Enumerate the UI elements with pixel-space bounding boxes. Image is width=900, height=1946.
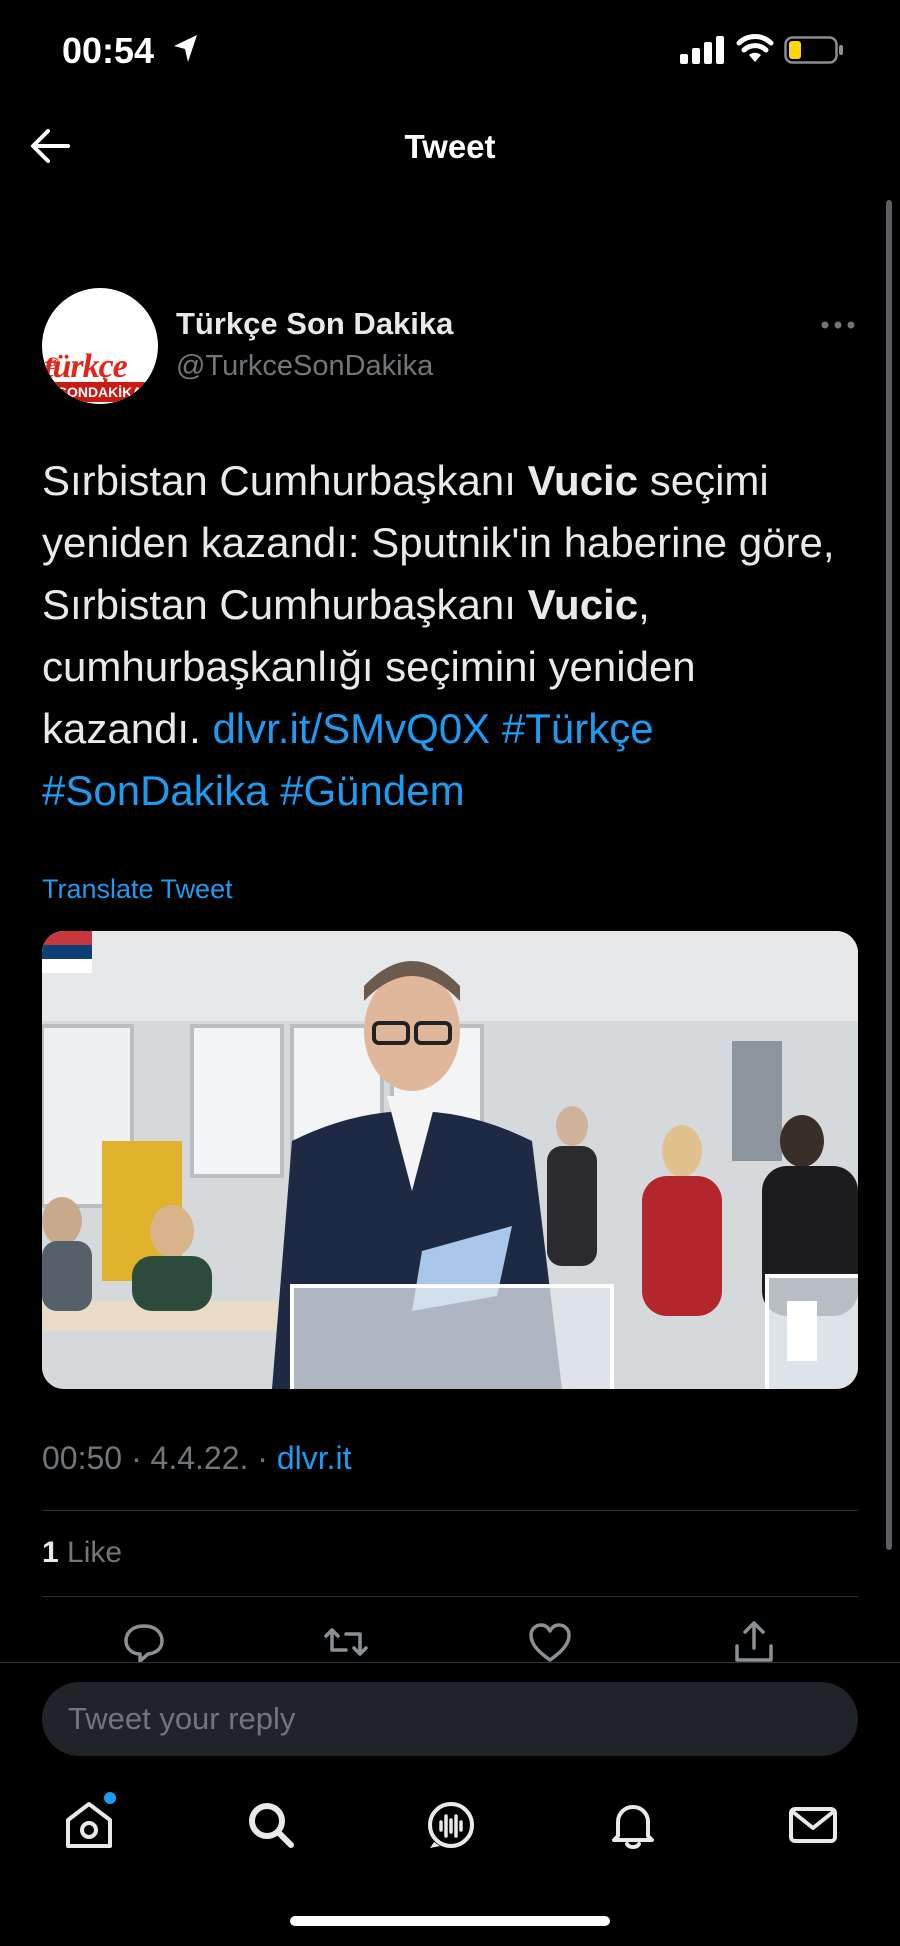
home-indicator[interactable]: [290, 1916, 610, 1926]
reply-input[interactable]: [42, 1682, 858, 1756]
likes-count[interactable]: 1 Like: [42, 1536, 122, 1570]
hashtag-link[interactable]: #Türkçe: [502, 705, 654, 752]
likes-number: 1: [42, 1536, 59, 1569]
hashtag-link[interactable]: #Gündem: [280, 767, 464, 814]
cellular-signal-icon: [680, 36, 724, 64]
tweet-text-bold: Vucic: [527, 457, 639, 504]
photo-scene: [42, 931, 858, 1389]
status-time: 00:54: [62, 30, 155, 71]
avatar-logo-text: türkçe: [44, 348, 128, 385]
tweet-text: Sırbistan Cumhurbaşkanı Vucic seçimi yen…: [42, 450, 862, 822]
tweet-text-bold: Vucic: [527, 581, 639, 628]
meta-separator: ·: [248, 1440, 277, 1476]
tweet-date: 4.4.22.: [150, 1440, 249, 1476]
notifications-bell-icon[interactable]: [606, 1798, 660, 1852]
tweet-source-link[interactable]: dlvr.it: [277, 1440, 352, 1476]
top-header: Tweet: [0, 110, 900, 180]
author-handle[interactable]: @TurkceSonDakika: [176, 350, 433, 383]
divider: [42, 1596, 858, 1597]
tweet-text-part: Sırbistan Cumhurbaşkanı: [42, 457, 528, 504]
hashtag-link[interactable]: #SonDakika: [42, 767, 268, 814]
page-title: Tweet: [404, 128, 496, 165]
avatar[interactable]: @ türkçe SONDAKİKA: [42, 288, 158, 404]
status-bar: 00:54: [0, 0, 900, 100]
location-arrow-icon: [174, 35, 197, 62]
avatar-logo-banner: SONDAKİKA: [42, 382, 158, 402]
wifi-icon: [736, 34, 774, 62]
retweet-icon[interactable]: [322, 1620, 370, 1664]
divider: [42, 1510, 858, 1511]
tweet-time: 00:50: [42, 1440, 123, 1476]
share-icon[interactable]: [730, 1620, 778, 1664]
notification-dot: [104, 1792, 116, 1804]
tweet-photo[interactable]: [42, 931, 858, 1389]
tweet-link[interactable]: dlvr.it/SMvQ0X: [212, 705, 490, 752]
home-icon[interactable]: [62, 1798, 116, 1852]
reply-icon[interactable]: [120, 1620, 168, 1664]
more-options-icon[interactable]: [820, 318, 856, 332]
search-icon[interactable]: [244, 1798, 298, 1852]
spaces-icon[interactable]: [424, 1798, 478, 1852]
avatar-logo-subtext: SONDAKİKA: [57, 384, 143, 400]
battery-low-icon: [784, 36, 843, 64]
meta-separator: ·: [122, 1440, 151, 1476]
likes-label: Like: [67, 1536, 123, 1569]
translate-tweet-link[interactable]: Translate Tweet: [42, 874, 233, 905]
tweet-meta: 00:50 · 4.4.22. · dlvr.it: [42, 1440, 352, 1477]
author-name[interactable]: Türkçe Son Dakika: [176, 306, 453, 342]
like-heart-icon[interactable]: [526, 1620, 574, 1664]
messages-mail-icon[interactable]: [786, 1798, 840, 1852]
scrollbar[interactable]: [886, 200, 892, 1550]
